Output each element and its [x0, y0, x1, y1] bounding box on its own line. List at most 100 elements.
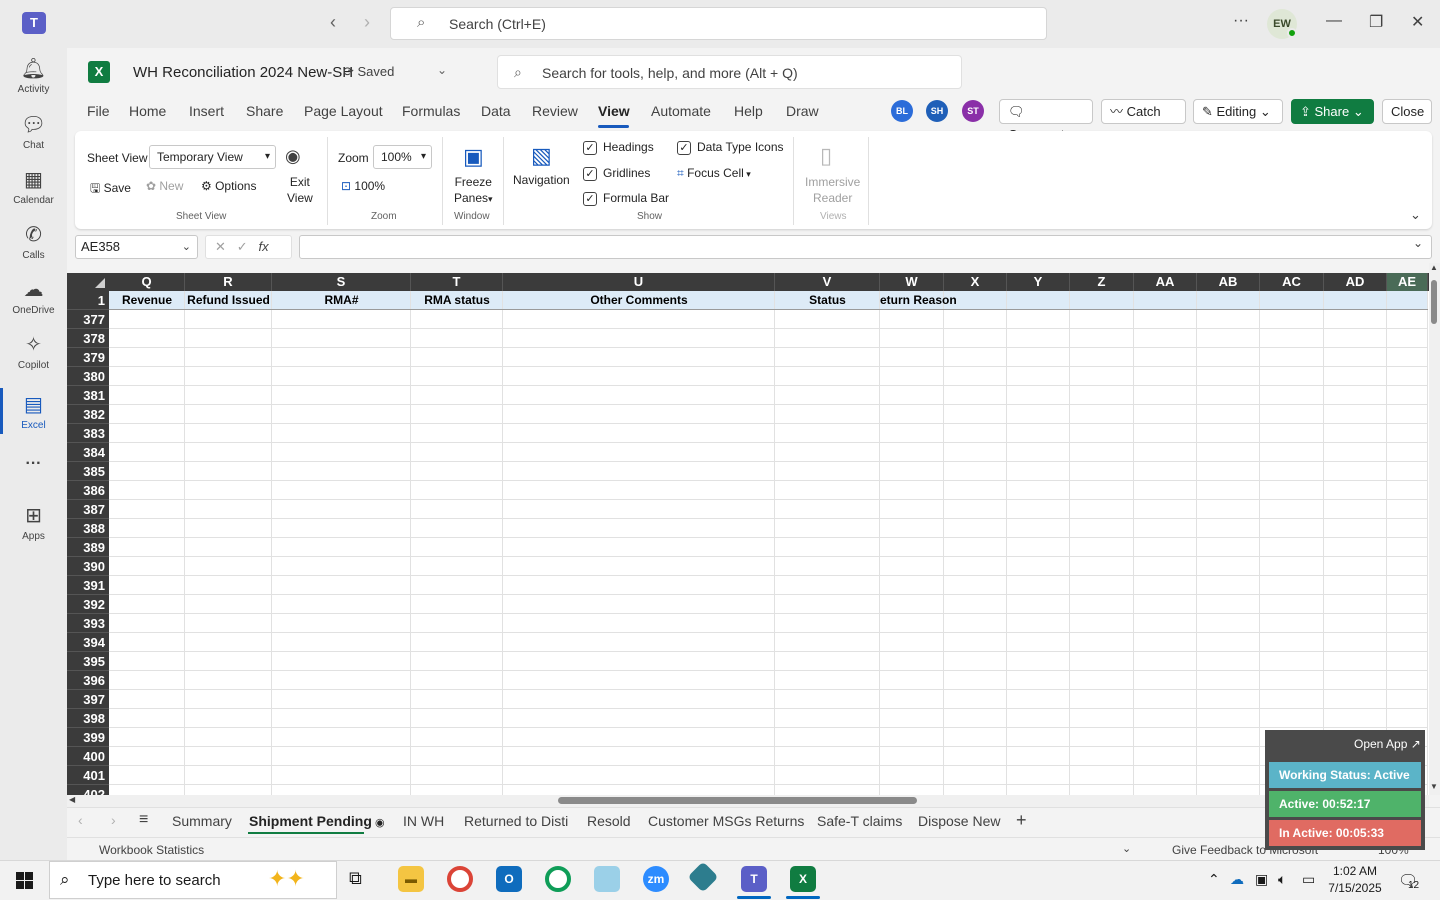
rail-item-chat[interactable]: 💬︎ Chat — [0, 112, 67, 151]
taskbar-clock[interactable]: 1:02 AM 7/15/2025 — [1322, 863, 1388, 897]
column-header[interactable]: AE — [1387, 273, 1428, 291]
exit-view-button[interactable]: Exit View — [287, 174, 313, 206]
row-header[interactable]: 386 — [67, 481, 109, 500]
row-header[interactable]: 379 — [67, 348, 109, 367]
expand-formula-bar-icon[interactable]: ⌄ — [1413, 236, 1423, 250]
chrome-profile-icon[interactable] — [545, 866, 571, 892]
rail-item-onedrive[interactable]: ☁ OneDrive — [0, 277, 67, 316]
comments-button[interactable]: 🗨︎ Comments — [999, 99, 1093, 142]
focus-cell-button[interactable]: ⌗ Focus Cell ▾ — [677, 166, 751, 181]
sheet-tab-returned-to-disti[interactable]: Returned to Disti — [464, 813, 568, 829]
row-header[interactable]: 380 — [67, 367, 109, 386]
tab-formulas[interactable]: Formulas — [402, 103, 460, 119]
row-header[interactable]: 377 — [67, 310, 109, 329]
all-sheets-menu-icon[interactable]: ≡ — [139, 811, 148, 829]
row-header[interactable]: 395 — [67, 652, 109, 671]
minimize-icon[interactable]: — — [1326, 12, 1342, 30]
more-options-icon[interactable]: ··· — [1233, 12, 1249, 30]
horizontal-scroll-thumb[interactable] — [558, 797, 917, 804]
volume-icon[interactable]: 🔈︎ — [1278, 871, 1286, 888]
header-cell[interactable] — [1324, 291, 1387, 310]
rail-item-calendar[interactable]: ▦ Calendar — [0, 167, 67, 206]
column-header[interactable]: R — [185, 273, 272, 291]
tab-page-layout[interactable]: Page Layout — [304, 103, 383, 119]
chevron-down-icon[interactable]: ⌄ — [437, 63, 447, 77]
row-header[interactable]: 387 — [67, 500, 109, 519]
gridlines-checkbox[interactable]: ✓ Gridlines — [583, 166, 650, 181]
workbook-title[interactable]: WH Reconciliation 2024 New-SH — [133, 64, 353, 81]
maximize-icon[interactable]: ❐ — [1369, 12, 1383, 32]
header-cell[interactable]: Status — [775, 291, 880, 310]
column-header[interactable]: Q — [109, 273, 185, 291]
taskbar-search-input[interactable]: ⌕ Type here to search ✦✦ — [49, 861, 337, 899]
row-header[interactable]: 401 — [67, 766, 109, 785]
column-header[interactable]: V — [775, 273, 880, 291]
rail-item-copilot[interactable]: ✧ Copilot — [0, 332, 67, 371]
tab-help[interactable]: Help — [734, 103, 763, 119]
next-sheet-icon[interactable]: › — [111, 812, 116, 828]
header-cell[interactable]: eturn Reason — [880, 291, 957, 310]
teams-search-input[interactable]: ⌕ Search (Ctrl+E) — [390, 7, 1047, 40]
ribbon-expand-icon[interactable]: ⌄ — [1410, 207, 1421, 223]
navigation-button[interactable]: Navigation — [513, 173, 570, 187]
sheet-tab-in-wh[interactable]: IN WH — [403, 813, 444, 829]
scroll-up-icon[interactable]: ▲ — [1430, 263, 1438, 272]
view-options-button[interactable]: ⚙ Options — [201, 179, 256, 193]
column-header[interactable]: S — [272, 273, 411, 291]
spreadsheet-grid[interactable]: Q R S T U V W X Y Z AA AB AC AD AE 1 377 378 379 380 381 382… — [67, 273, 1429, 795]
column-header[interactable]: AB — [1197, 273, 1260, 291]
file-explorer-icon[interactable]: ▬ — [398, 866, 424, 892]
formula-input[interactable]: ⌄ — [299, 235, 1432, 259]
tab-data[interactable]: Data — [481, 103, 511, 119]
header-cell[interactable] — [1070, 291, 1134, 310]
rail-item-activity[interactable]: 🔔︎ Activity — [0, 56, 67, 95]
header-cell[interactable]: RMA# — [272, 291, 411, 310]
close-button[interactable]: Close — [1382, 99, 1432, 124]
confirm-icon[interactable]: ✓ — [237, 239, 248, 254]
freeze-panes-button[interactable]: Freeze Panes▾ — [454, 174, 493, 207]
tab-view[interactable]: View — [598, 103, 630, 119]
row-header[interactable]: 389 — [67, 538, 109, 557]
row-header[interactable]: 391 — [67, 576, 109, 595]
sheet-tab-safe-t-claims[interactable]: Safe-T claims — [817, 813, 902, 829]
row-header[interactable]: 398 — [67, 709, 109, 728]
network-icon[interactable]: ▭ — [1302, 871, 1315, 888]
meet-tray-icon[interactable]: ▣ — [1255, 871, 1268, 888]
sheet-tab-shipment-pending[interactable]: Shipment Pending ◉ — [249, 813, 385, 829]
sheet-tab-summary[interactable]: Summary — [172, 813, 232, 829]
column-header[interactable]: Z — [1070, 273, 1134, 291]
column-header[interactable]: X — [944, 273, 1007, 291]
tab-automate[interactable]: Automate — [651, 103, 711, 119]
row-header[interactable]: 378 — [67, 329, 109, 348]
header-cell[interactable]: Refund Issued — [185, 291, 272, 310]
select-all-corner[interactable] — [67, 273, 109, 291]
save-view-button[interactable]: 🖫︎ Save — [90, 179, 131, 200]
tab-insert[interactable]: Insert — [189, 103, 224, 119]
formula-bar-checkbox[interactable]: ✓ Formula Bar — [583, 191, 669, 206]
app-icon[interactable] — [594, 866, 620, 892]
row-header[interactable]: 394 — [67, 633, 109, 652]
teams-logo-icon[interactable]: T — [22, 12, 46, 34]
chevron-up-icon[interactable]: ⌃ — [1208, 871, 1220, 888]
excel-search-input[interactable]: ⌕ Search for tools, help, and more (Alt … — [497, 55, 962, 89]
insert-function-button[interactable]: fx — [259, 239, 269, 254]
zoom-100-button[interactable]: ⊡ 100% — [341, 179, 385, 193]
tab-home[interactable]: Home — [129, 103, 166, 119]
name-box[interactable]: AE358 ⌄ — [75, 235, 198, 259]
column-header[interactable]: Y — [1007, 273, 1070, 291]
header-cell[interactable] — [1197, 291, 1260, 310]
chrome-icon[interactable] — [447, 866, 473, 892]
column-header[interactable]: T — [411, 273, 503, 291]
row-header[interactable]: 399 — [67, 728, 109, 747]
row-header[interactable]: 402 — [67, 785, 109, 795]
header-cell[interactable] — [1134, 291, 1197, 310]
onedrive-tray-icon[interactable]: ☁ — [1230, 871, 1244, 888]
header-cell[interactable] — [1387, 291, 1428, 310]
row-header[interactable]: 385 — [67, 462, 109, 481]
row-header[interactable]: 400 — [67, 747, 109, 766]
data-type-icons-checkbox[interactable]: ✓ Data Type Icons — [677, 140, 784, 155]
back-arrow-icon[interactable]: ‹ — [330, 12, 336, 33]
header-cell[interactable] — [1260, 291, 1324, 310]
rail-more-icon[interactable]: ··· — [0, 455, 67, 473]
row-header[interactable]: 383 — [67, 424, 109, 443]
